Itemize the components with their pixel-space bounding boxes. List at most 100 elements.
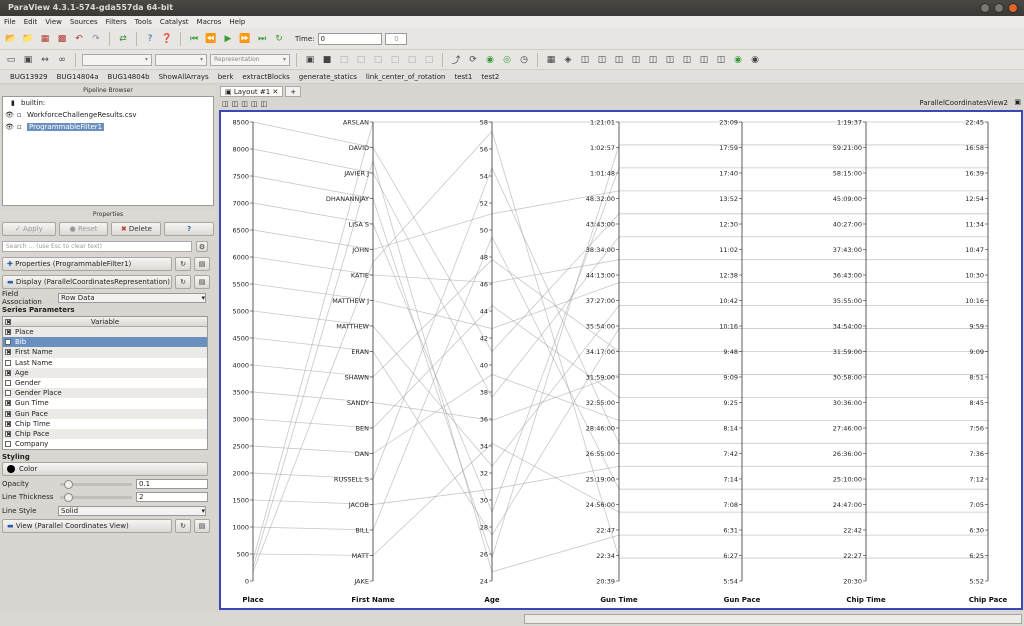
header-checkbox[interactable]: ✖ — [5, 319, 11, 326]
loop-icon[interactable]: ↻ — [272, 32, 286, 46]
pipeline-item-builtin[interactable]: ▮ builtin: — [3, 97, 213, 109]
line-style-select[interactable]: Solid ▾ — [58, 505, 206, 516]
component-combo[interactable]: ▾ — [155, 53, 207, 66]
split-horizontal-icon[interactable]: ◫ — [222, 100, 229, 108]
undo-icon[interactable]: ↶ — [72, 32, 86, 46]
variable-checkbox[interactable]: ✖ — [5, 430, 11, 437]
axis-chip-pace[interactable]: 22:45 16:58 16:39 12:54 11:34 10:47 10:30 10:16… — [965, 119, 1007, 605]
variable-checkbox[interactable]: ✖ — [5, 410, 11, 417]
variable-checkbox[interactable] — [5, 339, 11, 346]
variable-combo[interactable]: ▾ — [82, 53, 152, 66]
variable-checkbox[interactable]: ✖ — [5, 349, 11, 356]
close-window-button[interactable] — [1008, 3, 1018, 13]
pick-center-icon[interactable]: ◎ — [500, 53, 514, 67]
refresh-icon[interactable]: ↻ — [175, 519, 191, 534]
open-icon[interactable]: 📂 — [4, 32, 18, 46]
line-thickness-slider[interactable] — [60, 492, 132, 502]
extract-subset-icon[interactable]: ◫ — [629, 53, 643, 67]
variable-row[interactable]: Gender — [3, 378, 207, 388]
capture-icon[interactable]: ◫ — [251, 100, 258, 108]
calculator-icon[interactable]: ▦ — [544, 53, 558, 67]
select-polygon-icon[interactable]: □ — [405, 53, 419, 67]
properties-section-button[interactable]: ✚ Properties (ProgrammableFilter1) — [2, 257, 172, 271]
select-cells-icon[interactable]: □ — [337, 53, 351, 67]
macro-link-center[interactable]: link_center_of_rotation — [366, 73, 446, 81]
eye-icon[interactable]: 👁 — [5, 121, 14, 133]
apply-button[interactable]: ✓ Apply — [2, 222, 56, 236]
macro-bug14804b[interactable]: BUG14804b — [108, 73, 150, 81]
previous-frame-icon[interactable]: ⏪ — [204, 32, 218, 46]
select-block-icon[interactable]: □ — [388, 53, 402, 67]
display-section-button[interactable]: ▬ Display (ParallelCoordinatesRepresenta… — [2, 275, 172, 289]
slice-icon[interactable]: ◫ — [595, 53, 609, 67]
save-data-icon[interactable]: ▦ — [38, 32, 52, 46]
stream-tracer-icon[interactable]: ◫ — [663, 53, 677, 67]
macro-showallarrays[interactable]: ShowAllArrays — [159, 73, 209, 81]
menu-sources[interactable]: Sources — [70, 18, 98, 26]
representation-combo[interactable]: Representation ▾ — [210, 53, 290, 66]
field-association-select[interactable]: Row Data ▾ — [58, 292, 206, 303]
macro-test1[interactable]: test1 — [454, 73, 472, 81]
help-button[interactable]: ? — [164, 222, 214, 236]
save-state-icon[interactable]: ▩ — [55, 32, 69, 46]
restore-view-icon[interactable]: ◫ — [261, 100, 268, 108]
close-icon[interactable]: ✕ — [270, 88, 278, 96]
variable-checkbox[interactable]: ✖ — [5, 420, 11, 427]
axis-gun-time[interactable]: 1:21:01 1:02:57 1:01:48 48:32:00 43:43:00 38:… — [586, 119, 638, 605]
variable-row[interactable]: ✖ First Name — [3, 347, 207, 358]
rubber-band-select-icon[interactable]: ▭ — [4, 53, 18, 67]
variable-header[interactable]: ✖ Variable — [3, 317, 207, 327]
variable-row[interactable]: ✖ Chip Pace — [3, 428, 207, 440]
variable-row[interactable]: ✖ Age — [3, 367, 207, 378]
zoom-to-data-icon[interactable]: ■ — [320, 53, 334, 67]
save-settings-icon[interactable]: ▤ — [194, 275, 210, 289]
menu-file[interactable]: File — [4, 18, 16, 26]
time-index-spinbox[interactable]: 0 — [384, 32, 407, 45]
menu-view[interactable]: View — [45, 18, 62, 26]
menu-filters[interactable]: Filters — [106, 18, 127, 26]
axis-gun-pace[interactable]: 23:09 17:59 17:40 13:52 12:30 11:02 12:38 10:42… — [719, 119, 760, 605]
menu-tools[interactable]: Tools — [135, 18, 152, 26]
refresh-icon[interactable]: ↻ — [175, 257, 191, 271]
reset-button[interactable]: ● Reset — [58, 222, 109, 236]
group-datasets-icon[interactable]: ◫ — [697, 53, 711, 67]
rotate-icon[interactable]: ⟳ — [466, 53, 480, 67]
pipeline-item-csv[interactable]: 👁 ▫ WorkforceChallengeResults.csv — [3, 109, 213, 121]
color-button[interactable]: Color — [2, 462, 208, 477]
macro-bug14804a[interactable]: BUG14804a — [57, 73, 99, 81]
last-frame-icon[interactable]: ⏭ — [255, 32, 269, 46]
search-input[interactable]: Search ... (use Esc to clear text) — [2, 241, 192, 252]
parallel-coordinates-view[interactable]: 8500 8000 7500 7000 6500 6000 5500 5000 4500 4000… — [219, 110, 1023, 610]
variable-row[interactable]: Last Name — [3, 358, 207, 368]
trace-icon[interactable]: ◉ — [748, 53, 762, 67]
add-tab-button[interactable]: + — [285, 86, 302, 97]
variable-checkbox[interactable]: ✖ — [5, 329, 11, 336]
maximize-view-icon[interactable]: ◫ — [241, 100, 248, 108]
variable-checkbox[interactable] — [5, 379, 11, 386]
first-frame-icon[interactable]: ⏮ — [187, 32, 201, 46]
variable-row[interactable]: ✖ Place — [3, 327, 207, 338]
pipeline-item-programmable-filter[interactable]: 👁 ▫ ProgrammableFilter1 — [3, 121, 213, 133]
contour-icon[interactable]: ◈ — [561, 53, 575, 67]
variable-checkbox[interactable]: ✖ — [5, 369, 11, 376]
variable-checkbox[interactable] — [5, 390, 11, 397]
interactive-select-icon[interactable]: ▣ — [21, 53, 35, 67]
opacity-slider[interactable] — [60, 479, 132, 489]
whats-this-icon[interactable]: ❓ — [160, 32, 174, 46]
parallel-coordinates-chart[interactable]: 8500800075007000650060005500500045004000… — [221, 112, 1021, 608]
connect-icon[interactable]: ⇄ — [116, 32, 130, 46]
python-shell-icon[interactable]: ◉ — [731, 53, 745, 67]
variable-row[interactable]: Bib — [3, 337, 207, 348]
tab-layout-1[interactable]: ▣ Layout #1 ✕ — [220, 86, 284, 97]
refresh-icon[interactable]: ↻ — [175, 275, 191, 289]
opacity-slider-handle[interactable] — [64, 479, 73, 489]
disconnect-icon[interactable]: ↔ — [38, 53, 52, 67]
center-rotation-icon[interactable]: ◉ — [483, 53, 497, 67]
redo-icon[interactable]: ↷ — [89, 32, 103, 46]
interaction-mode-icon[interactable]: ⤴ — [449, 53, 463, 67]
play-icon[interactable]: ▶ — [221, 32, 235, 46]
variable-row[interactable]: Gender Place — [3, 388, 207, 399]
reset-camera-icon[interactable]: ▣ — [303, 53, 317, 67]
variable-checkbox[interactable] — [5, 441, 11, 448]
view-section-button[interactable]: ▬ View (Parallel Coordinates View) — [2, 519, 172, 534]
